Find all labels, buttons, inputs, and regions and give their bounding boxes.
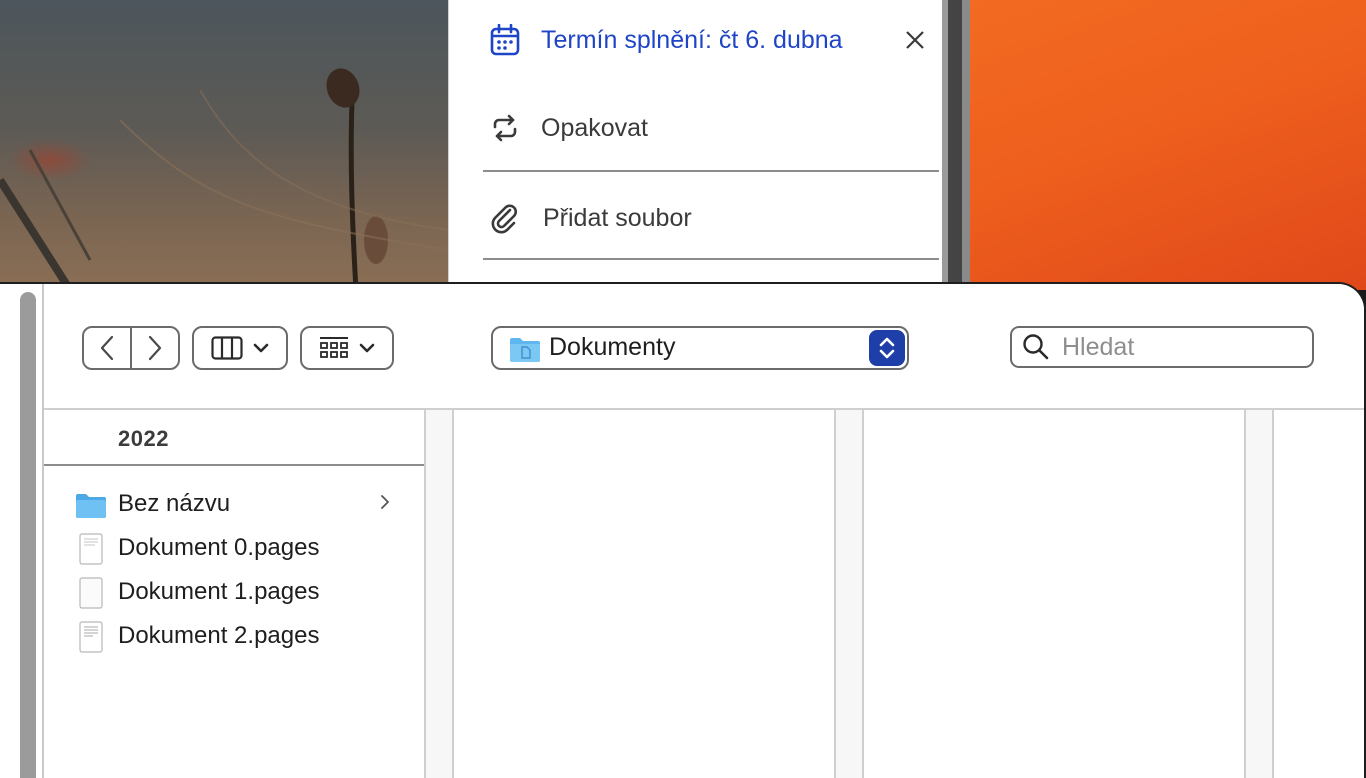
documents-folder-icon — [509, 335, 541, 368]
column-header: 2022 — [44, 410, 424, 466]
browser-column-2 — [454, 410, 836, 778]
list-item-document[interactable]: Dokument 1.pages — [44, 570, 424, 614]
browser-column-1: 2022 Bez názvu Dokument 0.pages Dokument… — [44, 410, 426, 778]
forward-button[interactable] — [130, 326, 180, 370]
dialog-sidebar-edge — [0, 284, 44, 778]
chevron-right-icon — [148, 335, 162, 361]
paperclip-icon — [489, 202, 521, 234]
chevron-down-icon — [253, 343, 269, 353]
chevron-left-icon — [100, 335, 114, 361]
due-date-row[interactable]: Termín splnění: čt 6. dubna — [449, 18, 942, 62]
folder-icon — [74, 488, 108, 522]
divider — [483, 170, 939, 172]
column-resize-handle[interactable] — [426, 410, 454, 778]
column-header-label: 2022 — [118, 426, 169, 451]
calendar-icon — [489, 24, 521, 56]
chevron-up-down-icon — [879, 337, 895, 359]
grid-icon — [320, 337, 348, 358]
dialog-toolbar: Dokumenty — [44, 284, 1364, 410]
pages-document-icon — [74, 532, 108, 566]
background-orange-window — [970, 0, 1366, 290]
search-icon — [1022, 333, 1050, 366]
search-field[interactable] — [1010, 326, 1314, 368]
pages-document-icon — [74, 620, 108, 654]
column-resize-handle[interactable] — [836, 410, 864, 778]
background-window-edge — [940, 0, 970, 290]
repeat-icon — [489, 112, 521, 144]
view-mode-button[interactable] — [192, 326, 288, 370]
attach-file-row[interactable]: Přidat soubor — [449, 196, 942, 240]
back-button[interactable] — [82, 326, 132, 370]
repeat-row[interactable]: Opakovat — [449, 106, 942, 150]
open-file-dialog: Dokumenty Hledat 2022 Bez názvu Dokument… — [0, 282, 1366, 778]
file-list: Bez názvu Dokument 0.pages Dokument 1.pa… — [44, 482, 424, 658]
sidebar-scrollbar[interactable] — [20, 292, 36, 778]
browser-column-4 — [1274, 410, 1364, 778]
location-label: Dokumenty — [549, 333, 676, 361]
divider — [483, 258, 939, 260]
chevron-right-icon — [380, 494, 390, 515]
pages-document-icon — [74, 576, 108, 610]
search-input[interactable] — [1062, 332, 1302, 362]
file-name: Dokument 0.pages — [118, 534, 320, 561]
desktop-wallpaper-photo — [0, 0, 448, 290]
group-by-button[interactable] — [300, 326, 394, 370]
list-item-folder[interactable]: Bez názvu — [44, 482, 424, 526]
column-resize-handle[interactable] — [1246, 410, 1274, 778]
list-item-document[interactable]: Dokument 2.pages — [44, 614, 424, 658]
column-view-icon — [211, 336, 243, 360]
repeat-label: Opakovat — [541, 113, 649, 142]
reminder-details-panel: Termín splnění: čt 6. dubna Opakovat Při… — [448, 0, 942, 290]
screen: Termín splnění: čt 6. dubna Opakovat Při… — [0, 0, 1366, 778]
chevron-down-icon — [359, 343, 375, 353]
location-stepper[interactable] — [869, 330, 905, 366]
file-name: Dokument 2.pages — [118, 622, 320, 649]
browser-column-3 — [864, 410, 1246, 778]
list-item-document[interactable]: Dokument 0.pages — [44, 526, 424, 570]
file-name: Bez názvu — [118, 490, 231, 517]
close-icon[interactable] — [901, 26, 929, 54]
due-date-label: Termín splnění: čt 6. dubna — [541, 25, 843, 54]
file-name: Dokument 1.pages — [118, 578, 320, 605]
location-popup[interactable]: Dokumenty — [491, 326, 909, 370]
attach-file-label: Přidat soubor — [543, 203, 692, 232]
